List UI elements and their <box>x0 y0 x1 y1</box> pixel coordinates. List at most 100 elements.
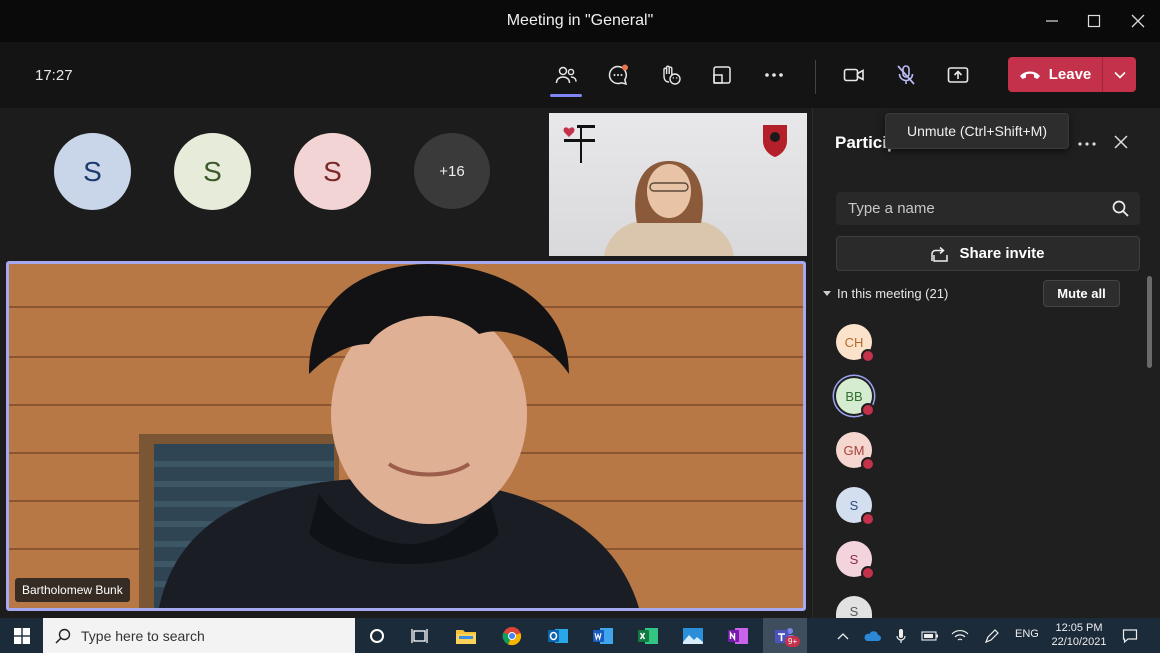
more-actions-button[interactable] <box>754 55 794 95</box>
word-button[interactable] <box>583 622 623 650</box>
chrome-button[interactable] <box>492 622 532 650</box>
title-bar: Meeting in "General" <box>0 0 1160 42</box>
onenote-button[interactable] <box>718 622 758 650</box>
show-hidden-icons-button[interactable] <box>832 622 854 650</box>
cortana-button[interactable] <box>357 622 397 650</box>
word-icon <box>593 628 613 644</box>
battery-icon <box>921 631 938 641</box>
panel-close-button[interactable] <box>1111 132 1131 152</box>
folder-icon <box>456 630 476 644</box>
microphone-tray-button[interactable] <box>890 622 912 650</box>
participant-item[interactable]: GM <box>836 432 875 471</box>
chat-button[interactable] <box>598 55 638 95</box>
participant-avatar[interactable]: S <box>294 133 371 210</box>
task-view-icon <box>411 629 428 643</box>
task-view-button[interactable] <box>400 622 440 650</box>
participant-search <box>836 192 1140 225</box>
outlook-icon <box>548 629 568 643</box>
tray-date: 22/10/2021 <box>1051 636 1107 648</box>
layout-icon <box>713 66 731 84</box>
close-window-button[interactable] <box>1118 4 1158 38</box>
panel-scrollbar[interactable] <box>1147 276 1152 368</box>
chevron-down-icon <box>1113 71 1126 79</box>
leave-label: Leave <box>1048 66 1092 83</box>
crest-icon <box>763 125 787 157</box>
excel-button[interactable] <box>628 622 668 650</box>
close-icon <box>1114 135 1128 149</box>
leave-button[interactable]: Leave <box>1008 57 1102 92</box>
start-button[interactable] <box>2 622 42 650</box>
participant-item[interactable]: BB <box>836 378 875 417</box>
speaker-name-tag: Bartholomew Bunk <box>15 578 130 602</box>
chevron-up-icon <box>837 633 849 640</box>
participant-item[interactable]: CH <box>836 324 875 363</box>
people-icon <box>555 66 577 84</box>
participant-avatar[interactable]: S <box>54 133 131 210</box>
camera-button[interactable] <box>834 55 874 95</box>
participant-avatar[interactable]: S <box>174 133 251 210</box>
leave-options-button[interactable] <box>1103 71 1136 79</box>
thumbnail-video-image <box>563 125 787 256</box>
clock-tray[interactable]: 12:05 PM 22/10/2021 <box>1048 621 1110 649</box>
avatar-initial: S <box>203 155 222 187</box>
tray-time: 12:05 PM <box>1055 622 1103 634</box>
cortana-icon <box>370 629 384 643</box>
muted-indicator-icon <box>861 349 875 363</box>
microphone-icon <box>896 629 906 643</box>
excel-icon <box>638 628 658 644</box>
wifi-tray-button[interactable] <box>949 622 971 650</box>
minimize-button[interactable] <box>1032 4 1072 38</box>
section-label: In this meeting (21) <box>837 286 949 301</box>
teams-button[interactable]: 9+ <box>763 618 807 653</box>
share-icon <box>931 246 949 262</box>
panel-more-button[interactable] <box>1075 135 1099 153</box>
reactions-button[interactable] <box>650 55 690 95</box>
onenote-icon <box>728 628 748 644</box>
battery-tray-button[interactable] <box>919 622 941 650</box>
unmute-tooltip: Unmute (Ctrl+Shift+M) <box>885 113 1069 149</box>
meeting-timer: 17:27 <box>35 67 73 84</box>
pen-tray-button[interactable] <box>981 622 1003 650</box>
participant-initials: GM <box>843 442 865 458</box>
in-meeting-section-toggle[interactable]: In this meeting (21) <box>823 286 948 301</box>
minimize-icon <box>1046 20 1058 22</box>
photos-button[interactable] <box>673 622 713 650</box>
share-invite-button[interactable]: Share invite <box>836 236 1140 271</box>
view-button[interactable] <box>702 55 742 95</box>
action-center-button[interactable] <box>1116 622 1144 650</box>
teams-notification-badge: 9+ <box>785 636 801 647</box>
outlook-button[interactable] <box>538 622 578 650</box>
participant-item[interactable]: S <box>836 596 872 618</box>
meeting-toolbar: 17:27 Leave <box>0 42 1160 108</box>
onedrive-tray-button[interactable] <box>861 622 883 650</box>
language-indicator[interactable]: ENG <box>1015 628 1039 640</box>
main-speaker-video[interactable]: Bartholomew Bunk <box>6 261 806 611</box>
maximize-button[interactable] <box>1074 4 1114 38</box>
participant-search-input[interactable] <box>848 192 1108 225</box>
participant-video-thumbnail[interactable] <box>549 113 807 256</box>
microphone-button[interactable] <box>886 55 926 95</box>
mic-off-icon <box>897 65 915 85</box>
photos-icon <box>683 628 703 644</box>
participants-button[interactable] <box>546 55 586 97</box>
cloud-icon <box>864 631 881 641</box>
more-participants-button[interactable]: +16 <box>414 133 490 209</box>
windows-taskbar: Type here to search 9+ ENG 12:05 PM 22/1… <box>0 618 1160 653</box>
muted-indicator-icon <box>861 566 875 580</box>
participant-initials: S <box>849 497 859 513</box>
participant-item[interactable]: S <box>836 541 875 580</box>
muted-indicator-icon <box>861 403 875 417</box>
hang-up-icon <box>1019 71 1040 79</box>
leave-button-group: Leave <box>1008 57 1136 92</box>
share-content-button[interactable] <box>938 55 978 95</box>
mute-all-button[interactable]: Mute all <box>1043 280 1120 307</box>
chrome-icon <box>502 627 522 646</box>
participant-item[interactable]: S <box>836 487 875 526</box>
search-icon[interactable] <box>1112 200 1129 217</box>
caret-down-icon <box>823 290 831 296</box>
taskbar-search[interactable]: Type here to search <box>43 618 355 653</box>
close-icon <box>1131 14 1145 28</box>
avatar-initial: S <box>323 155 342 187</box>
participant-initials: BB <box>845 388 863 404</box>
file-explorer-button[interactable] <box>446 622 486 650</box>
